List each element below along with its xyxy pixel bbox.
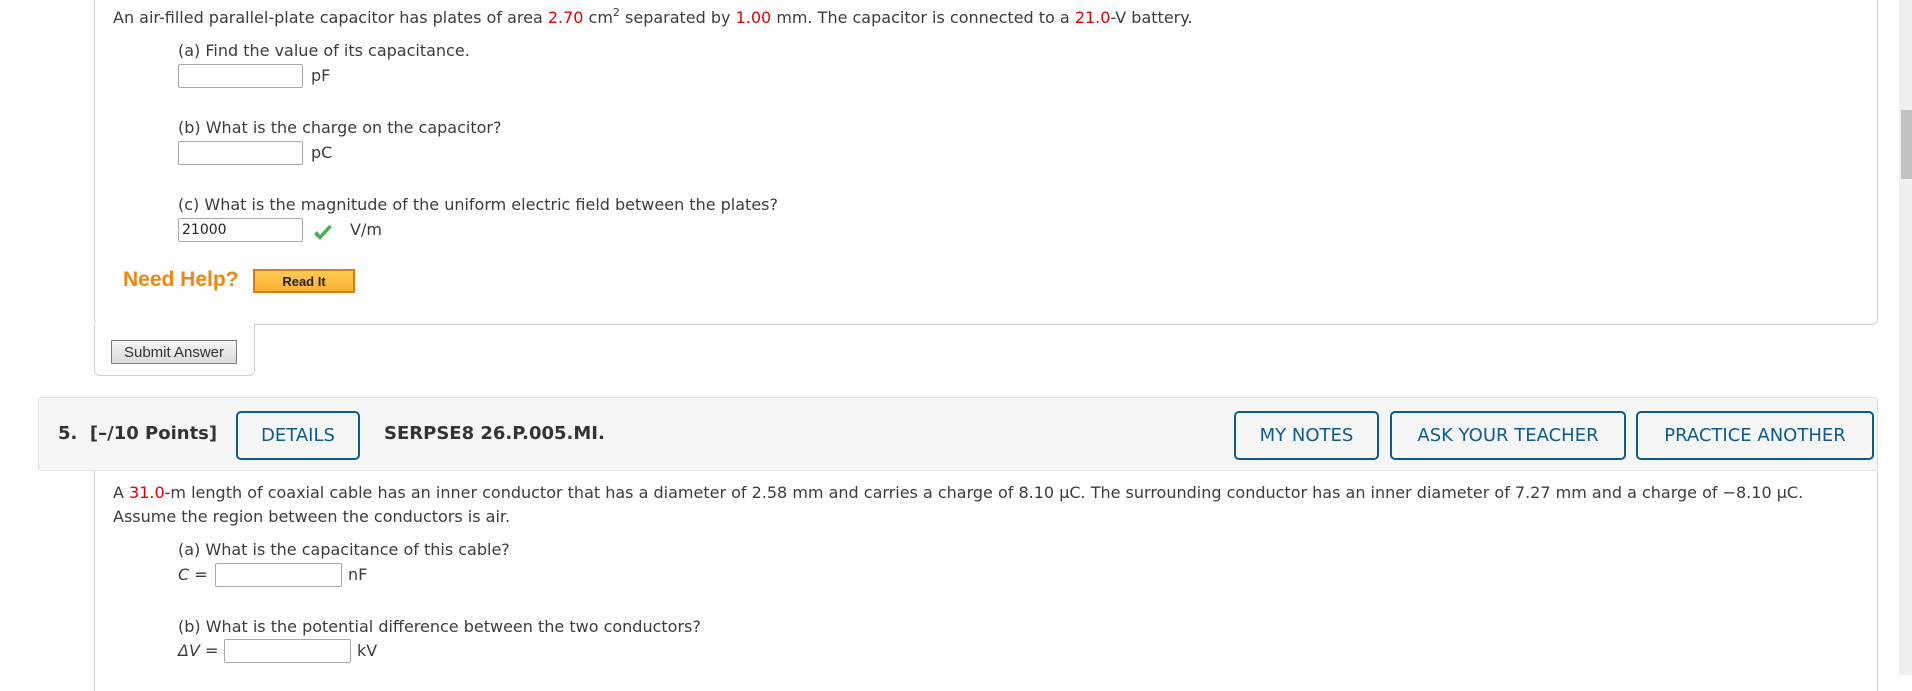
q5-part-b-label: (b) What is the potential difference bet…: [178, 617, 701, 636]
details-button[interactable]: DETAILS: [236, 411, 360, 460]
capacitance-input[interactable]: [178, 64, 303, 88]
q5-part-a-label: (a) What is the capacitance of this cabl…: [178, 540, 510, 559]
scrollbar-thumb[interactable]: [1901, 110, 1912, 179]
unit-nf: nF: [348, 565, 368, 584]
q5-part-b-var: ΔV =: [178, 641, 219, 660]
part-b-label: (b) What is the charge on the capacitor?: [178, 118, 502, 137]
question-code: SERPSE8 26.P.005.MI.: [384, 423, 605, 444]
part-c-label: (c) What is the magnitude of the uniform…: [178, 195, 778, 214]
unit-vm: V/m: [350, 220, 382, 239]
q5-part-a-var: C =: [178, 565, 208, 584]
submit-answer-button[interactable]: Submit Answer: [111, 340, 237, 364]
electric-field-input[interactable]: [178, 218, 303, 242]
question-4-problem-text: An air-filled parallel-plate capacitor h…: [113, 6, 1193, 27]
question-5-points: 5. [–/10 Points]: [58, 423, 218, 444]
need-help-label: Need Help?: [123, 268, 239, 291]
scrollbar-track[interactable]: [1899, 0, 1912, 675]
unit-kv: kV: [357, 641, 378, 660]
read-it-button[interactable]: Read It: [253, 269, 355, 293]
unit-pf: pF: [311, 66, 331, 85]
ask-your-teacher-button[interactable]: ASK YOUR TEACHER: [1390, 411, 1626, 460]
unit-pc: pC: [311, 143, 333, 162]
my-notes-button[interactable]: MY NOTES: [1234, 411, 1379, 460]
checkmark-icon: [314, 225, 332, 240]
question-5-problem-text-line2: Assume the region between the conductors…: [113, 507, 511, 526]
given-voltage: 21.0: [1074, 8, 1111, 27]
charge-input[interactable]: [178, 141, 303, 165]
potential-difference-input[interactable]: [224, 639, 351, 663]
given-length: 31.0: [129, 483, 165, 502]
given-area: 2.70: [547, 8, 584, 27]
question-5-problem-text: A 31.0-m length of coaxial cable has an …: [113, 483, 1804, 502]
practice-another-button[interactable]: PRACTICE ANOTHER: [1636, 411, 1874, 460]
given-separation: 1.00: [735, 8, 772, 27]
cable-capacitance-input[interactable]: [215, 563, 342, 587]
part-a-label: (a) Find the value of its capacitance.: [178, 41, 470, 60]
